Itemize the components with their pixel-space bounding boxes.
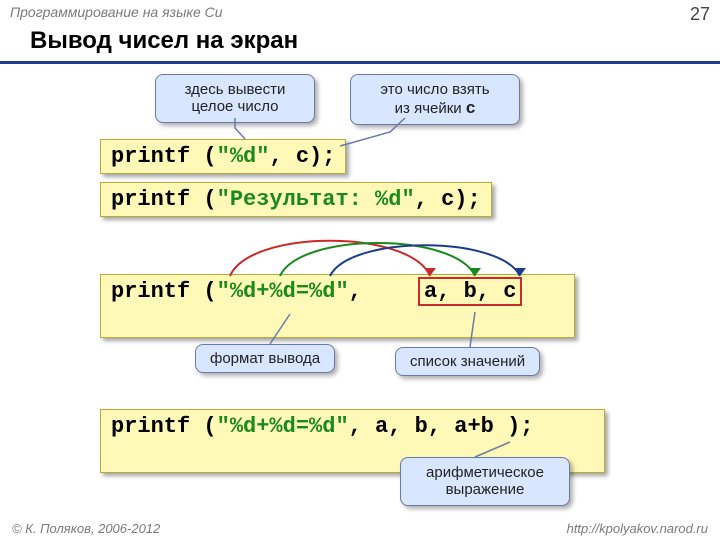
- slide-content: здесь вывести целое число это число взят…: [0, 64, 720, 504]
- page-number: 27: [690, 4, 710, 25]
- copyright: © К. Поляков, 2006-2012: [12, 521, 160, 536]
- footer-url: http://kpolyakov.narod.ru: [567, 521, 708, 536]
- slide-title: Вывод чисел на экран: [30, 27, 700, 55]
- title-bar: Вывод чисел на экран: [0, 27, 720, 64]
- callout-integer-output: здесь вывести целое число: [155, 74, 315, 123]
- code-printf-1: printf ("%d", c);: [100, 139, 346, 174]
- code-args-box: a, b, c: [418, 277, 522, 306]
- callout-format: формат вывода: [195, 344, 335, 373]
- callout-values-list: список значений: [395, 347, 540, 376]
- subject-label: Программирование на языке Си: [10, 4, 223, 25]
- slide-footer: © К. Поляков, 2006-2012 http://kpolyakov…: [0, 517, 720, 540]
- slide-header: Программирование на языке Си 27: [0, 0, 720, 27]
- code-printf-2: printf ("Результат: %d", c);: [100, 182, 492, 217]
- callout-arith-expr: арифметическое выражение: [400, 457, 570, 506]
- callout-var-c: это число взять из ячейки c: [350, 74, 520, 125]
